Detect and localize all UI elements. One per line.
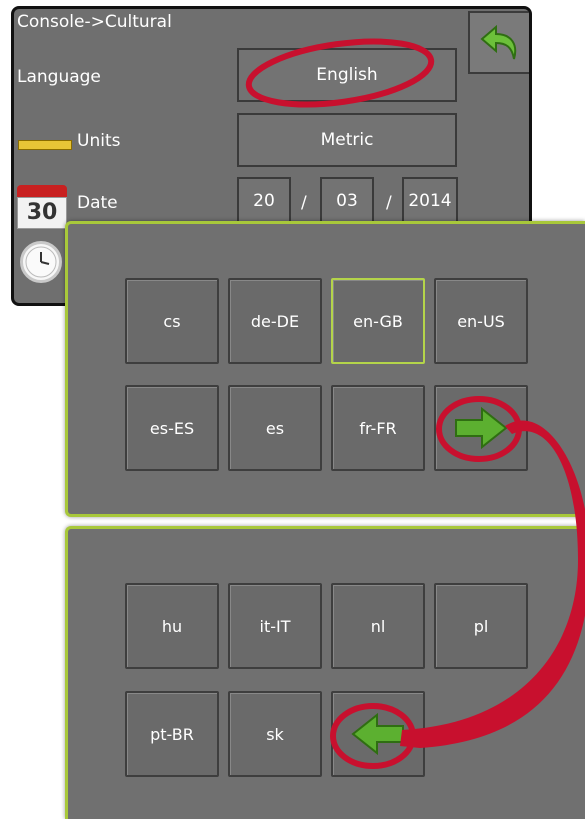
language-key-es[interactable]: es bbox=[228, 385, 322, 471]
page-title: Console->Cultural bbox=[17, 12, 172, 32]
language-key-pt-BR[interactable]: pt-BR bbox=[125, 691, 219, 777]
calendar-number: 30 bbox=[17, 197, 67, 229]
language-key-fr-FR[interactable]: fr-FR bbox=[331, 385, 425, 471]
date-separator: / bbox=[301, 193, 307, 213]
date-year-field[interactable]: 2014 bbox=[402, 177, 458, 225]
previous-page-button[interactable] bbox=[331, 691, 425, 777]
arrow-left-icon bbox=[351, 712, 404, 756]
date-day-field[interactable]: 20 bbox=[237, 177, 291, 225]
arrow-right-icon bbox=[455, 406, 508, 450]
language-field[interactable]: English bbox=[237, 48, 457, 102]
language-key-en-GB[interactable]: en-GB bbox=[331, 278, 425, 364]
language-key-it-IT[interactable]: it-IT bbox=[228, 583, 322, 669]
calendar-icon: 30 bbox=[17, 185, 67, 231]
date-separator: / bbox=[386, 193, 392, 213]
clock-icon bbox=[20, 241, 62, 283]
back-button[interactable] bbox=[468, 11, 529, 74]
language-key-hu[interactable]: hu bbox=[125, 583, 219, 669]
units-field[interactable]: Metric bbox=[237, 113, 457, 167]
language-key-de-DE[interactable]: de-DE bbox=[228, 278, 322, 364]
language-key-nl[interactable]: nl bbox=[331, 583, 425, 669]
language-key-en-US[interactable]: en-US bbox=[434, 278, 528, 364]
language-grid-page-1: cs de-DE en-GB en-US es-ES es fr-FR bbox=[65, 221, 585, 517]
language-key-es-ES[interactable]: es-ES bbox=[125, 385, 219, 471]
language-key-sk[interactable]: sk bbox=[228, 691, 322, 777]
language-label: Language bbox=[17, 67, 101, 87]
date-label: Date bbox=[77, 193, 118, 213]
units-label: Units bbox=[77, 131, 121, 151]
language-key-pl[interactable]: pl bbox=[434, 583, 528, 669]
ruler-icon bbox=[18, 140, 72, 150]
back-arrow-icon bbox=[479, 24, 516, 59]
language-grid-page-2: hu it-IT nl pl pt-BR sk bbox=[65, 526, 585, 819]
language-key-cs[interactable]: cs bbox=[125, 278, 219, 364]
next-page-button[interactable] bbox=[434, 385, 528, 471]
date-month-field[interactable]: 03 bbox=[320, 177, 374, 225]
